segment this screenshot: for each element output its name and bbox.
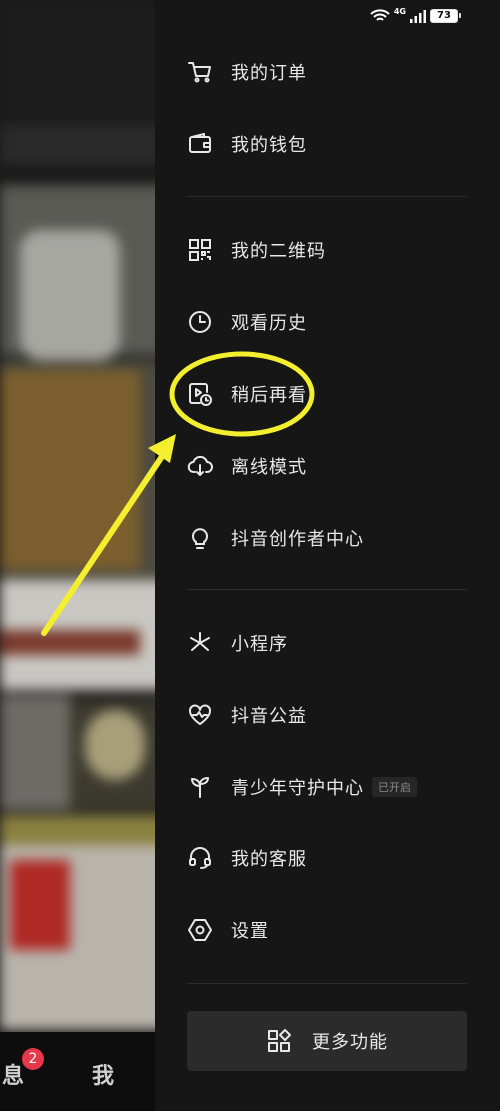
menu-item-offline[interactable]: 离线模式 — [187, 446, 307, 486]
menu-label: 我的客服 — [231, 849, 307, 870]
network-type: 4G — [393, 6, 406, 16]
menu-item-mini-programs[interactable]: 小程序 — [187, 623, 288, 663]
cloud-download-icon — [187, 453, 213, 479]
menu-label: 观看历史 — [231, 313, 307, 334]
menu-item-youth-protection[interactable]: 青少年守护中心 已开启 — [187, 767, 417, 807]
menu-item-charity[interactable]: 抖音公益 — [187, 695, 307, 735]
divider — [187, 196, 467, 197]
menu-item-customer-service[interactable]: 我的客服 — [187, 838, 307, 878]
clock-icon — [187, 309, 213, 335]
divider — [187, 983, 467, 984]
lightbulb-icon — [187, 525, 213, 551]
grid-icon — [266, 1028, 292, 1054]
menu-label: 我的钱包 — [231, 135, 307, 156]
tab-messages[interactable]: 息 — [2, 1058, 24, 1090]
tab-me[interactable]: 我 — [92, 1058, 114, 1090]
menu-label: 离线模式 — [231, 457, 307, 478]
menu-label: 我的订单 — [231, 63, 307, 84]
menu-label: 稍后再看 — [231, 385, 307, 406]
watch-later-icon — [187, 381, 213, 407]
wallet-icon — [187, 131, 213, 157]
wifi-icon — [370, 9, 390, 21]
divider — [187, 589, 467, 590]
menu-label: 青少年守护中心 — [231, 778, 364, 799]
menu-label: 抖音创作者中心 — [231, 529, 364, 550]
headset-icon — [187, 845, 213, 871]
cart-icon — [187, 59, 213, 85]
menu-label: 小程序 — [231, 634, 288, 655]
menu-item-history[interactable]: 观看历史 — [187, 302, 307, 342]
status-bar: 4G 73 — [0, 0, 500, 36]
menu-item-watch-later[interactable]: 稍后再看 — [187, 374, 307, 414]
signal-icon — [410, 9, 426, 23]
qrcode-icon — [187, 237, 213, 263]
sprout-icon — [187, 774, 213, 800]
side-drawer: 我的订单 我的钱包 我的二维码 观看历史 稍后再看 离线模式 抖音创作者中心 小… — [155, 0, 500, 1111]
menu-label: 抖音公益 — [231, 706, 307, 727]
menu-item-qrcode[interactable]: 我的二维码 — [187, 230, 326, 270]
settings-icon — [187, 917, 213, 943]
menu-item-settings[interactable]: 设置 — [187, 910, 269, 950]
menu-label: 设置 — [231, 921, 269, 942]
miniprogram-icon — [187, 630, 213, 656]
battery-icon: 73 — [430, 9, 461, 23]
bottom-nav-bar — [0, 1032, 170, 1111]
menu-label: 我的二维码 — [231, 241, 326, 262]
more-features-button[interactable]: 更多功能 — [187, 1011, 467, 1071]
menu-item-wallet[interactable]: 我的钱包 — [187, 124, 307, 164]
messages-badge: 2 — [22, 1048, 44, 1070]
heart-icon — [187, 702, 213, 728]
menu-item-creator-center[interactable]: 抖音创作者中心 — [187, 518, 364, 558]
menu-item-orders[interactable]: 我的订单 — [187, 52, 307, 92]
more-features-label: 更多功能 — [312, 1032, 388, 1053]
status-badge: 已开启 — [372, 777, 417, 797]
status-icons: 4G 73 — [370, 6, 461, 23]
